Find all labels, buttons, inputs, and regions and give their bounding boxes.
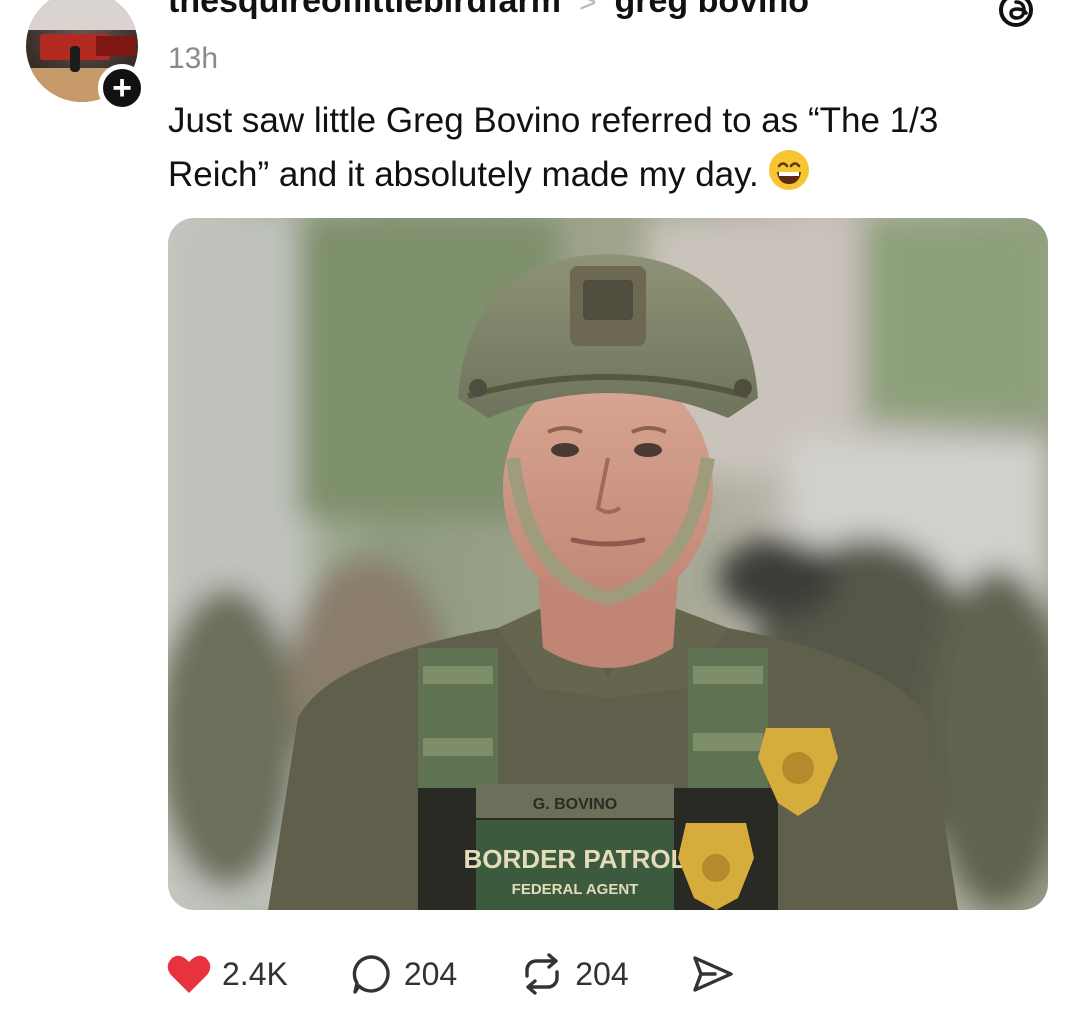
- post-photo[interactable]: G. BOVINO BORDER PATROL FEDERAL AGENT: [168, 218, 1048, 910]
- post-timestamp: 13h: [168, 42, 219, 75]
- post-text: Just saw little Greg Bovino referred to …: [168, 101, 939, 194]
- comment-icon: [352, 955, 390, 994]
- patch-line-2: FEDERAL AGENT: [512, 881, 639, 898]
- post-body: Just saw little Greg Bovino referred to …: [168, 94, 1028, 202]
- repost-icon: [525, 953, 559, 995]
- avatar-stage-side: [96, 36, 136, 56]
- send-icon[interactable]: [691, 954, 735, 994]
- comment-count: 204: [403, 955, 458, 992]
- grinning-face-emoji-icon: [768, 150, 809, 190]
- threads-icon[interactable]: [994, 0, 1038, 32]
- photo-illustration: G. BOVINO BORDER PATROL FEDERAL AGENT: [168, 218, 1048, 910]
- like-button[interactable]: 2.4K: [166, 953, 288, 995]
- follow-button[interactable]: +: [98, 64, 146, 112]
- name-tape: G. BOVINO: [533, 796, 617, 813]
- threads-post: + thesquireoflittlebirdfarm > greg bovin…: [0, 0, 1080, 1014]
- repost-count: 204: [575, 955, 629, 992]
- chevron-right-icon: >: [578, 0, 597, 19]
- repost-button[interactable]: 204: [519, 952, 629, 996]
- patch-line-1: BORDER PATROL: [464, 844, 687, 874]
- post-header: thesquireoflittlebirdfarm > greg bovino: [168, 0, 809, 21]
- username[interactable]: thesquireoflittlebirdfarm: [168, 0, 561, 21]
- plus-icon: +: [112, 69, 132, 107]
- heart-icon: [167, 955, 211, 993]
- post-actions: 2.4K 204 204: [166, 944, 735, 1004]
- like-count: 2.4K: [222, 955, 288, 992]
- topic-tag[interactable]: greg bovino: [614, 0, 809, 21]
- avatar-figure: [70, 46, 80, 72]
- comment-button[interactable]: 204: [350, 952, 457, 996]
- avatar-sky: [26, 0, 138, 30]
